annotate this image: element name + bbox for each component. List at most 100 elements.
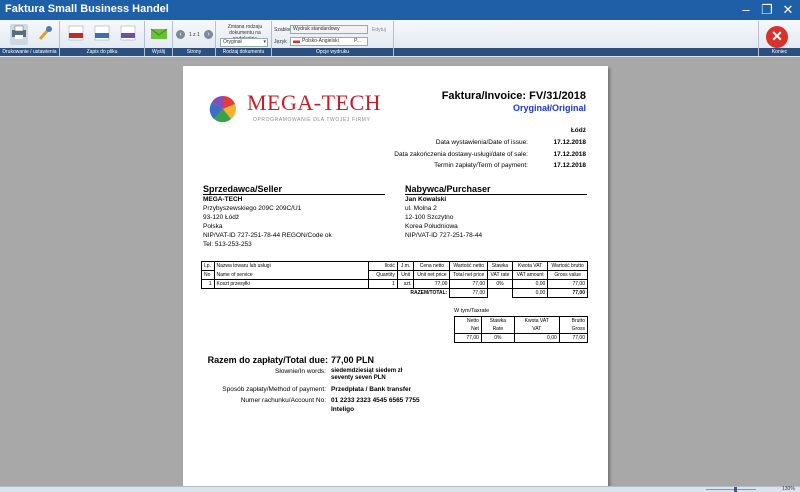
pdf-file-icon [68,25,84,41]
totals-gap [488,289,513,298]
account-number: 01 2233 2323 4545 6565 7755 [331,397,420,404]
language-value: Polsko-Angielski [302,38,339,44]
table-header-row: No Name of service Quantity Unit Unit ne… [201,270,588,280]
brand-name: MEGA-TECH [247,90,382,115]
table-header-row: Lp. Nazwa towaru lub usługi Ilość J.m. C… [201,261,588,271]
seller-address-line: Przybyszewskiego 209C 209C/U1 [203,205,302,212]
item-net-value: 77,00 [449,279,489,289]
totals-vat: 0,00 [511,288,549,298]
group-send: Wyślij [145,21,173,56]
buyer-name: Jan Kowalski [405,196,447,203]
col-net-price: Cena netto [413,261,451,271]
seller-heading: Sprzedawca/Seller [203,184,283,194]
tax-summary-table: Netto Stawka Kwota VAT Brutto Net Rate V… [454,316,589,343]
minimize-icon[interactable]: – [735,1,757,19]
col-gross: Wartość brutto [547,261,588,271]
total-due-amount: 77,00 PLN [331,355,375,365]
col-net-price-en: Unit net price [413,270,451,280]
language-extra: P... [354,38,361,44]
seller-city: 93-120 Łódź [203,214,240,221]
group-label: Strony [173,48,215,56]
item-vat: 0,00 [511,279,549,289]
bank-name: Inteligo [331,406,355,413]
doc-type-value: Oryginał [223,39,242,45]
close-icon: ✕ [771,28,783,44]
account-label: Numer rachunku/Account No: [240,397,326,404]
invoice-title: Faktura/Invoice: FV/31/2018 [441,90,586,102]
print-button[interactable] [10,24,28,45]
buyer-divider [405,194,587,195]
sale-label: Data zakończenia dostawy-usługi/date of … [394,151,528,158]
invoice-page: MEGA-TECH OPROGRAMOWANIE DLA TWOJEJ FIRM… [183,66,608,488]
col-unit-en: Unit [396,270,415,280]
item-name: Koszt przesyłki [213,279,369,289]
save-html-button[interactable] [92,24,112,45]
col-net-value-en: Total net price [449,270,489,280]
summary-rate: 0% [480,333,515,343]
item-rate: 0% [487,279,513,289]
template-value: Wydruk standardowy [293,26,340,32]
col-name: Nazwa towaru lub usługi [213,261,369,271]
page-counter: 1 z 1 [189,32,200,38]
col-rate: Stawka [487,261,513,271]
save-jpg-button[interactable] [118,24,138,45]
language-select[interactable]: Polsko-Angielski P... [290,37,368,46]
zoom-slider[interactable] [700,487,770,492]
totals-label: RAZEM/TOTAL: [410,290,448,297]
brand-logo-icon [209,95,236,123]
buyer-street: ul. Molna 2 [405,205,437,212]
seller-tax-id: NIP/VAT-ID 727-251-78-44 REGON/Code ok [203,232,332,239]
col-vat: Kwota VAT [511,261,549,271]
item-qty: 1 [367,279,398,289]
totals-gross: 77,00 [547,288,588,298]
send-button[interactable] [149,24,169,45]
settings-button[interactable] [36,24,54,45]
words-label: Słownie/In words: [275,368,326,375]
issue-label: Data wystawienia/Date of issue: [435,139,528,146]
summary-gross-head-en: Gross [558,325,589,334]
template-select[interactable]: Wydruk standardowy [290,25,368,34]
summary-header-row: Net Rate VAT Gross [454,325,589,334]
words-line2: seventy seven PLN [331,375,386,381]
col-unit: J.m. [396,261,415,271]
item-unit: szt. [396,279,415,289]
summary-rate-head: Stawka [480,316,515,325]
exit-button[interactable]: ✕ [766,26,788,48]
group-print-settings: Drukowanie / ustawienia [0,21,60,56]
zoom-track [706,489,756,490]
group-print-options: Szablon Wydruk standardowy Edytuj Język … [272,21,394,56]
brand-tagline: OPROGRAMOWANIE DLA TWOJEJ FIRMY [253,117,371,123]
jpg-file-icon [120,25,136,41]
zoom-handle[interactable] [734,487,737,492]
summary-header-row: Netto Stawka Kwota VAT Brutto [454,316,589,325]
summary-gross-head: Brutto [558,316,589,325]
col-gross-en: Gross value [547,270,588,280]
buyer-tax-id: NIP/VAT-ID 727-251-78-44 [405,232,483,239]
col-no: No [201,270,215,280]
next-page-icon[interactable]: › [204,30,213,39]
summary-net: 77,00 [454,333,482,343]
payment-date: 17.12.2018 [553,162,586,169]
close-icon[interactable]: ✕ [777,1,799,19]
previous-page-icon[interactable]: ‹ [176,30,185,39]
ribbon-toolbar: Drukowanie / ustawienia Zapis do pliku W… [0,20,800,58]
group-doc-type: Zmiana rodzaju dokumentu na podglądzie O… [216,21,272,56]
col-net-value: Wartość netto [449,261,489,271]
payment-method: Przedpłata / Bank transfer [331,386,412,393]
edit-link[interactable]: Edytuj [372,27,386,33]
zoom-level: 130% [782,486,795,492]
doc-type-select[interactable]: Oryginał ▾ [220,38,268,47]
summary-gross: 77,00 [558,333,589,343]
seller-name: MEGA-TECH [203,196,243,203]
title-bar: Faktura Small Business Handel – ❐ ✕ [0,0,800,20]
group-label-empty [394,48,758,56]
items-table: Lp. Nazwa towaru lub usługi Ilość J.m. C… [201,261,588,298]
save-pdf-button[interactable] [66,24,86,45]
group-save-file: Zapis do pliku [60,21,145,56]
issue-date: 17.12.2018 [553,139,586,146]
sale-date: 17.12.2018 [553,151,586,158]
group-label: Koniec [759,48,800,56]
ribbon-spacer [394,21,759,56]
maximize-icon[interactable]: ❐ [756,1,778,19]
summary-vat-head-en: VAT [513,325,560,334]
